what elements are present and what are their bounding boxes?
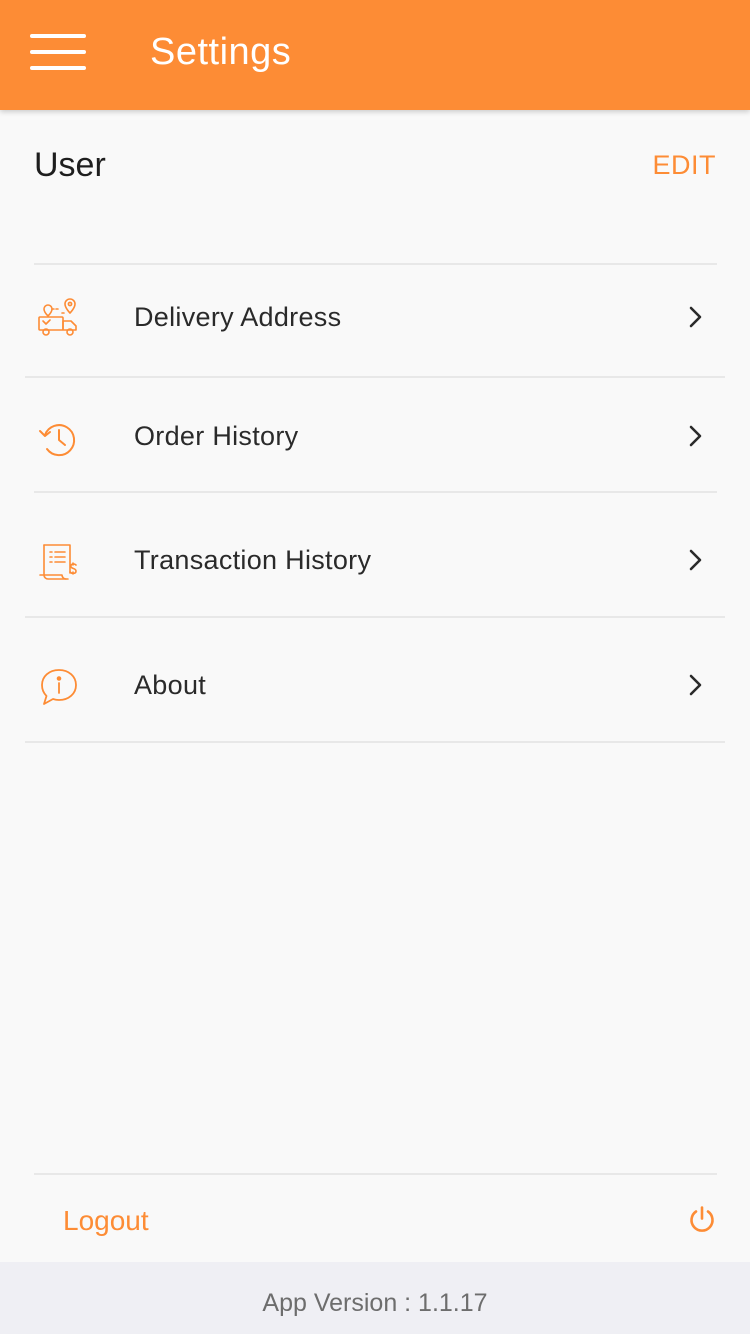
menu-item-label: Order History (134, 421, 299, 451)
edit-profile-button[interactable]: EDIT (652, 146, 716, 184)
menu-item-transaction-history[interactable]: Transaction History (25, 493, 725, 616)
info-chat-bubble-icon (36, 664, 82, 710)
chevron-right-icon (685, 305, 705, 329)
menu-line (30, 34, 86, 38)
receipt-document-icon (36, 539, 82, 585)
menu-item-delivery-address[interactable]: Delivery Address (25, 266, 725, 376)
menu-item-label: Delivery Address (134, 302, 342, 332)
divider (34, 1173, 717, 1175)
menu-item-label: About (134, 670, 207, 700)
chevron-right-icon (685, 548, 705, 572)
page-title: Settings (150, 31, 292, 73)
clock-history-icon (36, 417, 82, 463)
logout-button[interactable]: Logout (63, 1202, 149, 1240)
chevron-right-icon (685, 424, 705, 448)
menu-line (30, 50, 86, 54)
user-name: User (34, 146, 106, 184)
hamburger-menu-icon[interactable] (30, 32, 86, 72)
divider (25, 741, 725, 743)
divider (34, 263, 717, 265)
menu-item-about[interactable]: About (25, 618, 725, 741)
power-icon[interactable] (687, 1205, 717, 1235)
delivery-truck-location-icon (36, 295, 82, 341)
chevron-right-icon (685, 673, 705, 697)
menu-line (30, 66, 86, 70)
footer: App Version : 1.1.17 (0, 1262, 750, 1334)
app-bar: Settings (0, 0, 750, 110)
app-version: App Version : 1.1.17 (262, 1289, 488, 1317)
menu-item-order-history[interactable]: Order History (25, 378, 725, 491)
menu-item-label: Transaction History (134, 545, 372, 575)
